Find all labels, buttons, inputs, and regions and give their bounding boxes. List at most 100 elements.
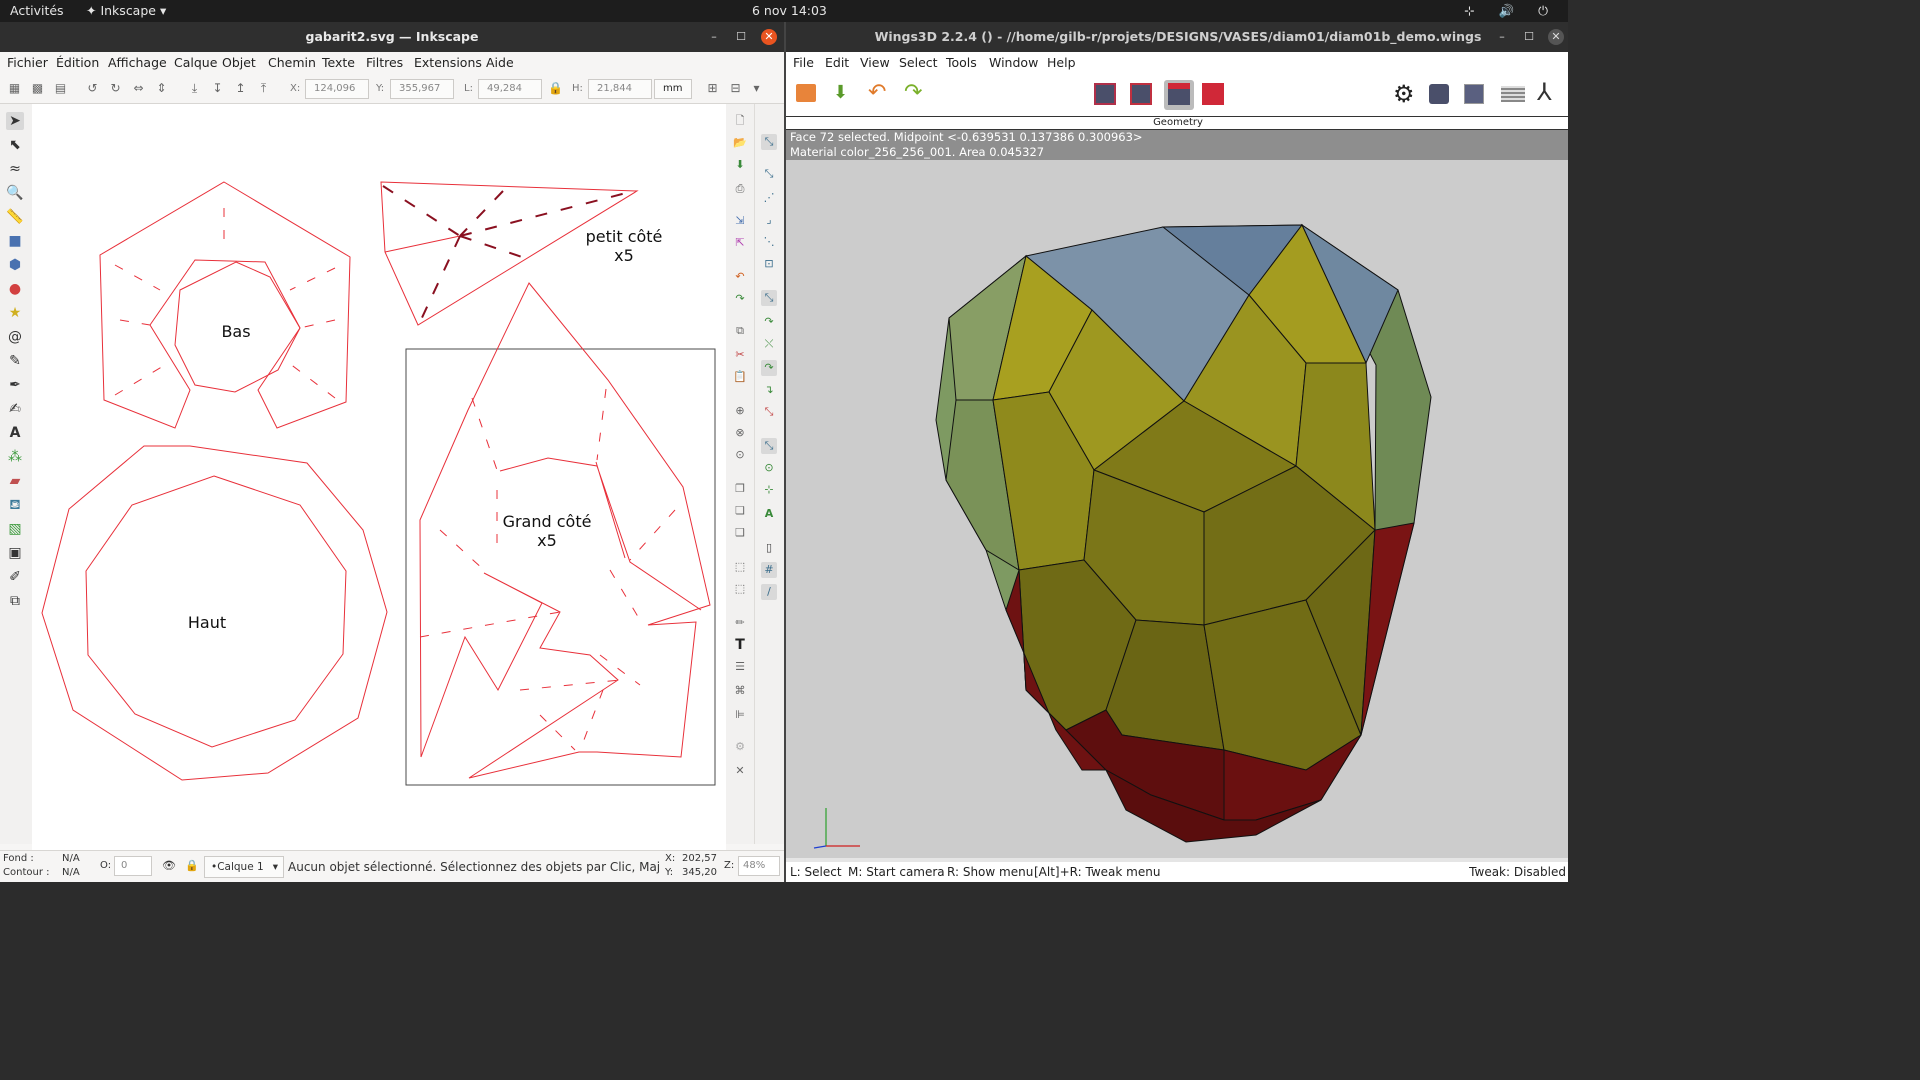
snap-bbox-midpoint-icon[interactable]: ⋱: [761, 234, 777, 250]
snap-path-icon[interactable]: ↷: [761, 314, 777, 330]
rectangle-tool-icon[interactable]: ■: [6, 232, 24, 250]
paint-bucket-tool-icon[interactable]: ⛾: [6, 496, 24, 514]
menu-view[interactable]: View: [860, 55, 890, 70]
cut-icon[interactable]: ✂: [733, 348, 747, 362]
text-font-icon[interactable]: T: [733, 638, 747, 652]
ellipse-tool-icon[interactable]: ●: [6, 280, 24, 298]
lower-to-bottom-icon[interactable]: ⤓: [188, 82, 201, 95]
y-input[interactable]: 355,967: [390, 79, 454, 99]
save-file-icon[interactable]: ⬇: [833, 82, 848, 103]
node-tool-icon[interactable]: ⬉: [6, 136, 24, 154]
width-input[interactable]: 49,284: [478, 79, 542, 99]
3d-box-tool-icon[interactable]: ⬢: [6, 256, 24, 274]
menu-objet[interactable]: Objet: [222, 55, 256, 70]
snap-guide-icon[interactable]: /: [761, 584, 777, 600]
snap-intersection-icon[interactable]: ⤬: [761, 336, 777, 352]
lower-icon[interactable]: ↧: [211, 82, 224, 95]
snap-others-icon[interactable]: ⤡: [761, 438, 777, 454]
connector-tool-icon[interactable]: ⧉: [6, 592, 24, 610]
preferences-icon[interactable]: ⚙: [733, 740, 747, 754]
print-icon[interactable]: ⎙: [733, 182, 747, 196]
star-tool-icon[interactable]: ★: [6, 304, 24, 322]
eraser-tool-icon[interactable]: ▰: [6, 472, 24, 490]
gear-icon[interactable]: ⚙: [1393, 80, 1415, 108]
groundplane-icon[interactable]: [1501, 86, 1525, 102]
wings-titlebar[interactable]: Wings3D 2.2.4 () - //home/gilb-r/projets…: [786, 22, 1568, 52]
text-tool-icon[interactable]: A: [6, 424, 24, 442]
wireframe-icon[interactable]: [1464, 84, 1484, 104]
calligraphy-tool-icon[interactable]: ✍: [6, 400, 24, 418]
unit-select[interactable]: mm: [654, 79, 692, 99]
snap-bbox-corner-icon[interactable]: ⌟: [761, 212, 777, 228]
snap-midpoint-icon[interactable]: ⤡: [761, 404, 777, 420]
height-input[interactable]: 21,844: [588, 79, 652, 99]
fill-value[interactable]: N/A: [62, 853, 80, 864]
snap-bbox-edge-icon[interactable]: ⋰: [761, 190, 777, 206]
undo-icon[interactable]: ↶: [868, 80, 886, 105]
export-icon[interactable]: ⇱: [733, 236, 747, 250]
axes-icon[interactable]: ⅄: [1537, 78, 1552, 106]
snap-bbox-center-icon[interactable]: ⊡: [761, 256, 777, 272]
system-tray-icons[interactable]: ⊹ 🔊 ⏻: [1464, 3, 1558, 19]
document-properties-icon[interactable]: ✕: [733, 764, 747, 778]
menu-select[interactable]: Select: [899, 55, 938, 70]
layer-visibility-icon[interactable]: 👁: [162, 859, 176, 872]
smooth-preview-icon[interactable]: [1429, 84, 1449, 104]
zoom-page-icon[interactable]: ⊙: [733, 448, 747, 462]
close-button[interactable]: ✕: [761, 29, 777, 45]
snap-center-icon[interactable]: ⊙: [761, 460, 777, 476]
menu-edition[interactable]: Édition: [56, 55, 99, 70]
chevron-down-icon[interactable]: ▾: [750, 82, 763, 95]
layers-icon[interactable]: ☰: [733, 660, 747, 674]
layer-lock-icon[interactable]: 🔒: [185, 859, 199, 872]
undo-icon[interactable]: ↶: [733, 270, 747, 284]
clone-icon[interactable]: ❏: [733, 504, 747, 518]
paste-icon[interactable]: 📋: [733, 370, 747, 384]
rotate-cw-icon[interactable]: ↻: [109, 82, 122, 95]
deselect-icon[interactable]: ▤: [54, 82, 67, 95]
snap-smooth-icon[interactable]: ↴: [761, 382, 777, 398]
raise-to-top-icon[interactable]: ⤒: [257, 82, 270, 95]
close-button[interactable]: ✕: [1548, 29, 1564, 45]
face-select-icon[interactable]: [1168, 83, 1190, 105]
stroke-value[interactable]: N/A: [62, 867, 80, 878]
unlink-clone-icon[interactable]: ❑: [733, 526, 747, 540]
menu-window[interactable]: Window: [989, 55, 1038, 70]
menu-fichier[interactable]: Fichier: [7, 55, 48, 70]
duplicate-icon[interactable]: ❐: [733, 482, 747, 496]
select-all-icon[interactable]: ▦: [8, 82, 21, 95]
lock-icon[interactable]: 🔒: [548, 82, 563, 95]
pencil-tool-icon[interactable]: ✎: [6, 352, 24, 370]
dropper-tool-icon[interactable]: ✐: [6, 568, 24, 586]
activities-button[interactable]: Activités: [10, 3, 64, 18]
zoom-selection-icon[interactable]: ⊕: [733, 404, 747, 418]
menu-help[interactable]: Help: [1047, 55, 1076, 70]
snap-text-baseline-icon[interactable]: A: [761, 506, 777, 522]
snap-page-border-icon[interactable]: ▯: [761, 540, 777, 556]
snap-rotation-center-icon[interactable]: ⊹: [761, 482, 777, 498]
ungroup-icon[interactable]: ⬚: [733, 582, 747, 596]
snap-toggle-icon[interactable]: ⤡: [761, 134, 777, 150]
maximize-button[interactable]: ☐: [1521, 29, 1537, 45]
selector-tool-icon[interactable]: ➤: [6, 112, 24, 130]
menu-calque[interactable]: Calque: [174, 55, 217, 70]
menu-file[interactable]: File: [793, 55, 814, 70]
fill-stroke-icon[interactable]: ✏: [733, 616, 747, 630]
open-icon[interactable]: 📂: [733, 136, 747, 150]
inkscape-titlebar[interactable]: gabarit2.svg — Inkscape: [0, 22, 784, 52]
drawing-canvas[interactable]: Bas petit côté x5 Grand côté x5 Haut: [32, 104, 726, 850]
geometry-tab[interactable]: Geometry: [786, 116, 1568, 130]
menu-tools[interactable]: Tools: [946, 55, 977, 70]
minimize-button[interactable]: –: [1494, 29, 1510, 45]
save-icon[interactable]: ⬇: [733, 158, 747, 172]
x-input[interactable]: 124,096: [305, 79, 369, 99]
menu-aide[interactable]: Aide: [486, 55, 514, 70]
open-file-icon[interactable]: [796, 84, 816, 102]
new-document-icon[interactable]: 🗋: [733, 114, 747, 128]
edge-select-icon[interactable]: [1130, 83, 1152, 105]
menu-extensions[interactable]: Extensions: [414, 55, 482, 70]
clock[interactable]: 6 nov 14:03: [752, 3, 827, 18]
zoom-tool-icon[interactable]: 🔍: [6, 184, 24, 202]
snap-grid-icon[interactable]: #: [761, 562, 777, 578]
spiral-tool-icon[interactable]: @: [6, 328, 24, 346]
